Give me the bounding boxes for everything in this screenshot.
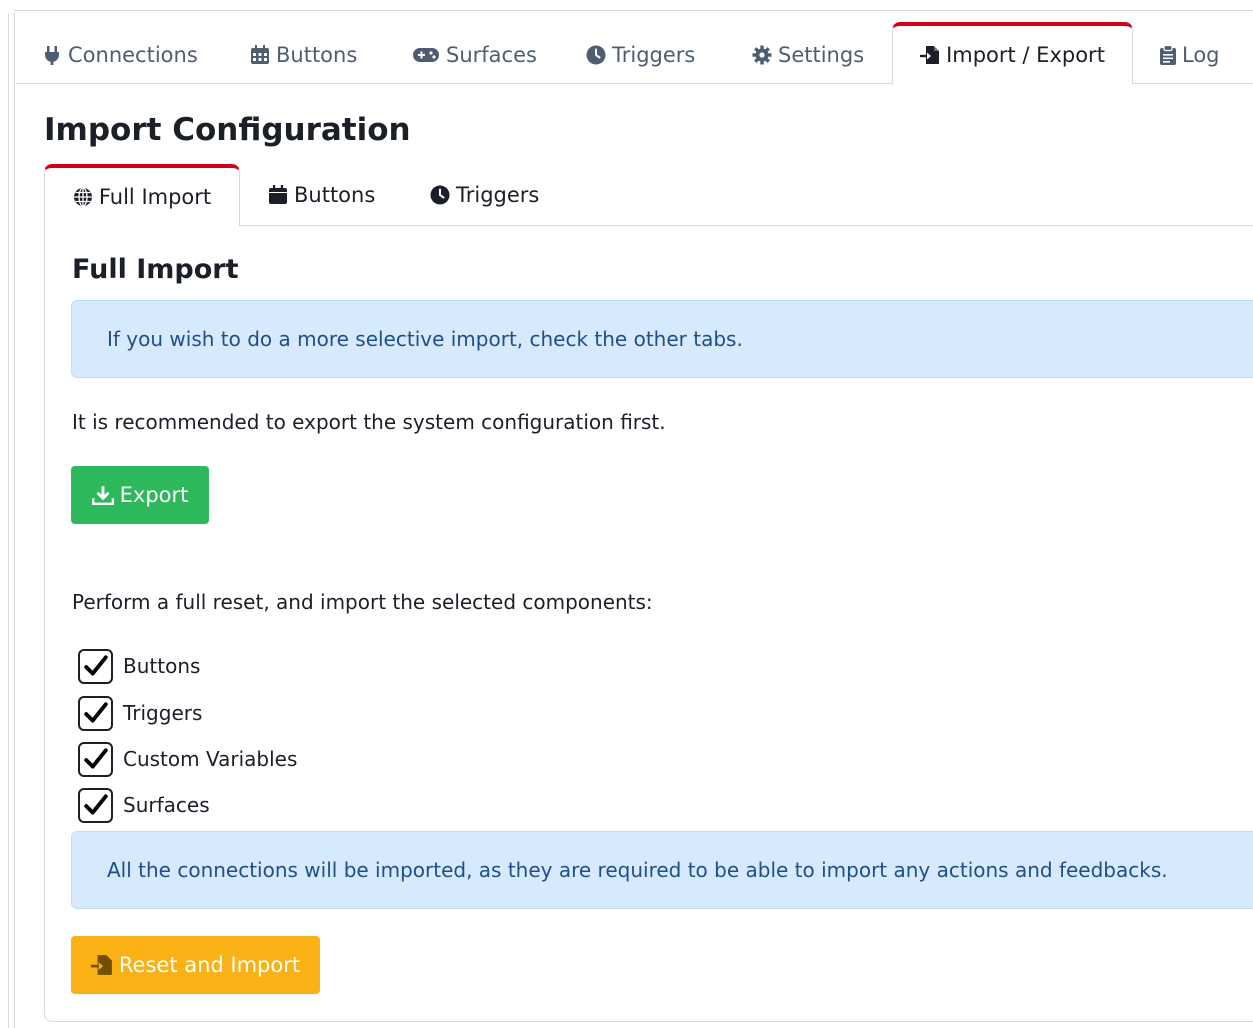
tab-label: Import / Export bbox=[946, 43, 1105, 67]
checkbox-label: Triggers bbox=[123, 701, 203, 725]
subtab-label: Buttons bbox=[294, 183, 376, 207]
subtab-buttons[interactable]: Buttons bbox=[268, 164, 375, 226]
subtab-full-import[interactable]: Full Import bbox=[44, 164, 240, 227]
globe-icon bbox=[73, 187, 92, 207]
gamepad-icon bbox=[413, 48, 439, 62]
tab-triggers[interactable]: Triggers bbox=[586, 22, 695, 84]
checkmark-icon bbox=[83, 702, 108, 723]
subtab-triggers[interactable]: Triggers bbox=[430, 164, 539, 226]
tab-import-export[interactable]: Import / Export bbox=[892, 22, 1133, 85]
calendar-icon bbox=[269, 185, 287, 204]
calendar-grid-icon bbox=[251, 45, 269, 64]
recommend-text: It is recommended to export the system c… bbox=[72, 410, 666, 434]
tab-log[interactable]: Log bbox=[1160, 22, 1220, 84]
checkbox[interactable] bbox=[78, 648, 113, 684]
export-button[interactable]: Export bbox=[71, 466, 209, 524]
checkbox[interactable] bbox=[78, 787, 113, 823]
page-title: Import Configuration bbox=[44, 112, 411, 148]
component-surfaces[interactable]: Surfaces bbox=[78, 787, 210, 823]
tab-surfaces[interactable]: Surfaces bbox=[412, 22, 537, 84]
reset-button-label: Reset and Import bbox=[118, 953, 301, 977]
subtab-label: Full Import bbox=[98, 185, 212, 209]
checkbox-label: Custom Variables bbox=[123, 747, 298, 771]
component-custom-variables[interactable]: Custom Variables bbox=[78, 741, 297, 777]
gear-icon bbox=[752, 45, 772, 65]
checkbox[interactable] bbox=[78, 695, 113, 731]
checkmark-icon bbox=[83, 655, 108, 676]
component-triggers[interactable]: Triggers bbox=[78, 695, 202, 731]
window-left-border bbox=[8, 14, 9, 1028]
tab-settings[interactable]: Settings bbox=[752, 22, 864, 84]
connections-alert: All the connections will be imported, as… bbox=[71, 831, 1253, 909]
tab-label: Triggers bbox=[612, 43, 696, 67]
section-title: Full Import bbox=[72, 254, 239, 285]
export-button-label: Export bbox=[119, 483, 189, 507]
download-icon bbox=[91, 486, 114, 506]
checkbox-label: Surfaces bbox=[123, 793, 210, 817]
subtab-label: Triggers bbox=[456, 183, 540, 207]
clipboard-icon bbox=[1160, 45, 1176, 65]
checkmark-icon bbox=[83, 794, 108, 815]
tab-connections[interactable]: Connections bbox=[42, 22, 198, 84]
reset-text: Perform a full reset, and import the sel… bbox=[72, 590, 653, 614]
connections-alert-text: All the connections will be imported, as… bbox=[107, 858, 1168, 882]
tab-buttons[interactable]: Buttons bbox=[250, 22, 357, 84]
file-import-icon bbox=[920, 46, 940, 64]
tab-label: Buttons bbox=[276, 43, 358, 67]
sub-tab-bar: Full Import Buttons Triggers bbox=[44, 164, 1253, 227]
tab-label: Settings bbox=[778, 43, 865, 67]
clock-icon bbox=[586, 45, 606, 65]
checkbox-label: Buttons bbox=[123, 654, 201, 678]
component-buttons[interactable]: Buttons bbox=[78, 648, 200, 684]
main-tab-bar: Connections Buttons Surfaces Triggers Se… bbox=[16, 22, 1253, 85]
plug-icon bbox=[45, 46, 59, 65]
file-import-icon bbox=[90, 955, 112, 975]
tab-label: Connections bbox=[68, 43, 198, 67]
info-alert: If you wish to do a more selective impor… bbox=[71, 300, 1253, 378]
tab-label: Log bbox=[1182, 43, 1220, 67]
window-top-border bbox=[14, 10, 1253, 11]
info-alert-text: If you wish to do a more selective impor… bbox=[107, 327, 743, 351]
checkmark-icon bbox=[83, 748, 108, 769]
clock-icon bbox=[430, 185, 450, 205]
checkbox[interactable] bbox=[78, 741, 113, 777]
reset-and-import-button[interactable]: Reset and Import bbox=[71, 936, 320, 994]
tab-label: Surfaces bbox=[446, 43, 537, 67]
